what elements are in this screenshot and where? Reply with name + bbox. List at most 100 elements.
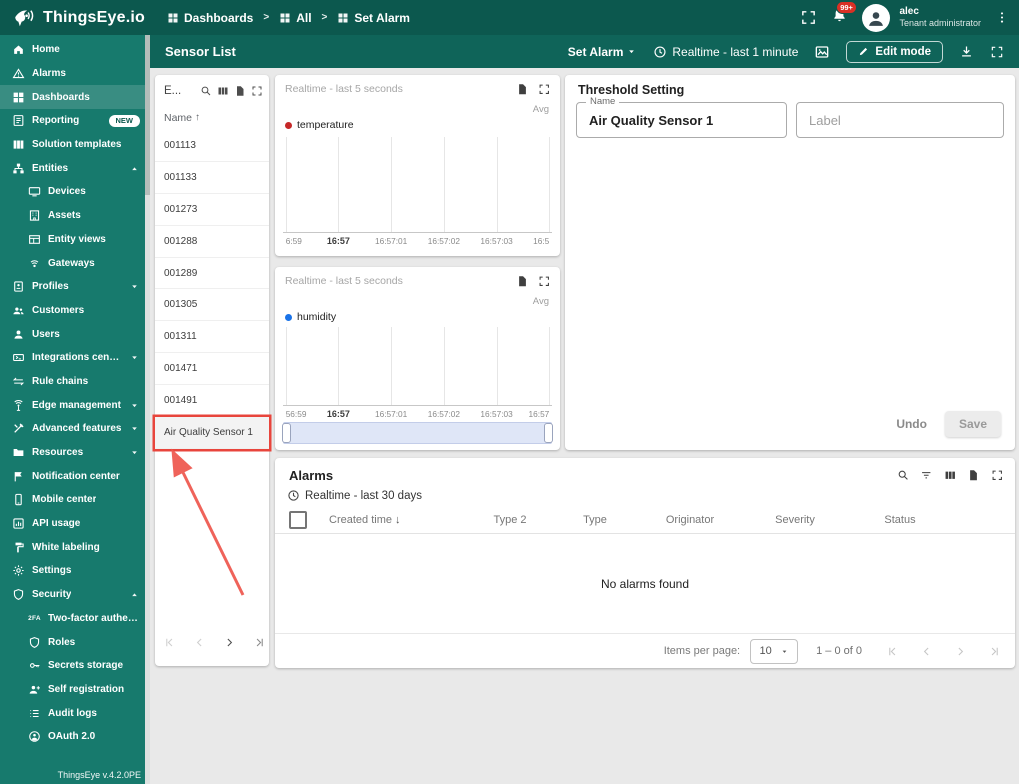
sidebar-item-security[interactable]: Security [0,583,145,607]
entity-row[interactable]: 001133 [155,162,269,194]
sidebar-item-edge-management[interactable]: Edge management [0,393,145,417]
notifications-button[interactable]: 99+ [831,0,858,29]
chevron-up-icon[interactable] [129,589,140,600]
chevron-down-icon[interactable] [129,423,140,434]
sidebar-item-api-usage[interactable]: API usage [0,512,145,536]
next-page-icon[interactable] [954,645,967,658]
entity-row[interactable]: 001273 [155,194,269,226]
sidebar-item-dashboards[interactable]: Dashboards [0,85,145,110]
sidebar-item-integrations-center[interactable]: Integrations center [0,346,145,370]
chart-plot-area[interactable] [283,137,552,233]
sidebar-item-home[interactable]: Home [0,38,145,62]
legend-humidity[interactable]: humidity [285,311,336,323]
chevron-down-icon[interactable] [129,447,140,458]
entity-row[interactable]: 001289 [155,258,269,290]
kebab-menu-icon[interactable] [995,9,1009,26]
alarm-column-status[interactable]: Status [845,514,955,526]
sidebar-item-reporting[interactable]: Reporting NEW [0,109,145,133]
fullscreen-icon[interactable] [538,275,551,288]
breadcrumb-all[interactable]: All [279,11,312,25]
edit-mode-button[interactable]: Edit mode [846,40,943,63]
first-page-icon[interactable] [163,636,176,649]
sidebar-item-settings[interactable]: Settings [0,559,145,583]
entity-row[interactable]: 001311 [155,321,269,354]
sidebar-item-solution-templates[interactable]: Solution templates [0,133,145,157]
sidebar-item-secrets-storage[interactable]: Secrets storage [0,654,145,678]
sidebar-item-resources[interactable]: Resources [0,441,145,465]
alarm-column-type[interactable]: Type [555,514,635,526]
sidebar-item-roles[interactable]: Roles [0,630,145,654]
label-input[interactable] [797,103,1003,137]
sidebar-item-rule-chains[interactable]: Rule chains [0,370,145,394]
sidebar-item-alarms[interactable]: Alarms [0,62,145,86]
avatar[interactable] [862,3,891,32]
breadcrumb-dashboards[interactable]: Dashboards [167,11,253,25]
columns-icon[interactable] [944,469,957,482]
search-icon[interactable] [200,85,212,97]
sidebar-item-audit-logs[interactable]: Audit logs [0,701,145,725]
entity-row[interactable]: 001305 [155,289,269,322]
sidebar-item-entities[interactable]: Entities [0,156,145,180]
download-icon[interactable] [959,44,974,59]
fullscreen-icon[interactable] [990,45,1004,59]
alarm-column-type-2[interactable]: Type 2 [465,514,555,526]
state-selector[interactable]: Set Alarm [568,45,638,59]
last-page-icon[interactable] [988,645,1001,658]
user-info[interactable]: alec Tenant administrator [899,6,981,29]
undo-button[interactable]: Undo [896,417,927,431]
slider-left-handle[interactable] [282,423,291,443]
entity-row[interactable]: 001491 [155,385,269,418]
alarm-column-severity[interactable]: Severity [745,514,845,526]
time-range-slider[interactable] [282,422,553,444]
fullscreen-icon[interactable] [538,83,551,96]
breadcrumb-set-alarm[interactable]: Set Alarm [337,11,410,25]
chevron-down-icon[interactable] [129,352,140,363]
sidebar-item-devices[interactable]: Devices [0,180,145,204]
sidebar-item-oauth-2-0[interactable]: OAuth 2.0 [0,725,145,749]
first-page-icon[interactable] [886,645,899,658]
export-file-icon[interactable] [516,275,529,288]
sidebar-item-advanced-features[interactable]: Advanced features [0,417,145,441]
sidebar-item-customers[interactable]: Customers [0,299,145,323]
select-all-checkbox[interactable] [289,511,307,529]
previous-page-icon[interactable] [193,636,206,649]
export-file-icon[interactable] [516,83,529,96]
sidebar-item-self-registration[interactable]: Self registration [0,678,145,702]
sidebar-item-users[interactable]: Users [0,322,145,346]
page-size-select[interactable]: 10 [750,638,799,664]
sidebar-item-profiles[interactable]: Profiles [0,275,145,299]
sidebar-item-assets[interactable]: Assets [0,204,145,228]
fullscreen-icon[interactable] [991,469,1004,482]
export-file-icon[interactable] [234,85,246,97]
chevron-down-icon[interactable] [129,281,140,292]
save-button[interactable]: Save [944,411,1001,437]
chevron-down-icon[interactable] [129,400,140,411]
screenshot-image-icon[interactable] [814,44,830,60]
sidebar-item-notification-center[interactable]: Notification center [0,464,145,488]
name-input[interactable] [577,103,786,137]
next-page-icon[interactable] [223,636,236,649]
columns-icon[interactable] [217,85,229,97]
name-column-header[interactable]: Name ↑ [155,105,269,130]
filter-icon[interactable] [920,469,933,482]
previous-page-icon[interactable] [920,645,933,658]
fullscreen-icon[interactable] [800,9,817,26]
entity-row[interactable]: 001288 [155,226,269,258]
search-icon[interactable] [897,469,910,482]
alarm-column-created-time[interactable]: Created time ↓ [315,514,465,526]
export-file-icon[interactable] [967,469,980,482]
sidebar-item-gateways[interactable]: Gateways [0,251,145,275]
fullscreen-icon[interactable] [251,85,263,97]
sidebar-item-entity-views[interactable]: Entity views [0,228,145,252]
slider-right-handle[interactable] [544,423,553,443]
entity-row[interactable]: 001113 [155,130,269,162]
alarms-timewindow-button[interactable]: Realtime - last 30 days [287,489,1015,502]
legend-temperature[interactable]: temperature [285,119,354,131]
sidebar-item-white-labeling[interactable]: White labeling [0,535,145,559]
last-page-icon[interactable] [253,636,266,649]
sidebar-item-mobile-center[interactable]: Mobile center [0,488,145,512]
app-logo[interactable]: ThingsEye.io [10,7,145,29]
alarm-column-originator[interactable]: Originator [635,514,745,526]
sidebar-item-two-factor-authenticati[interactable]: 2FA Two-factor authenticati... [0,607,145,631]
chevron-up-icon[interactable] [129,163,140,174]
